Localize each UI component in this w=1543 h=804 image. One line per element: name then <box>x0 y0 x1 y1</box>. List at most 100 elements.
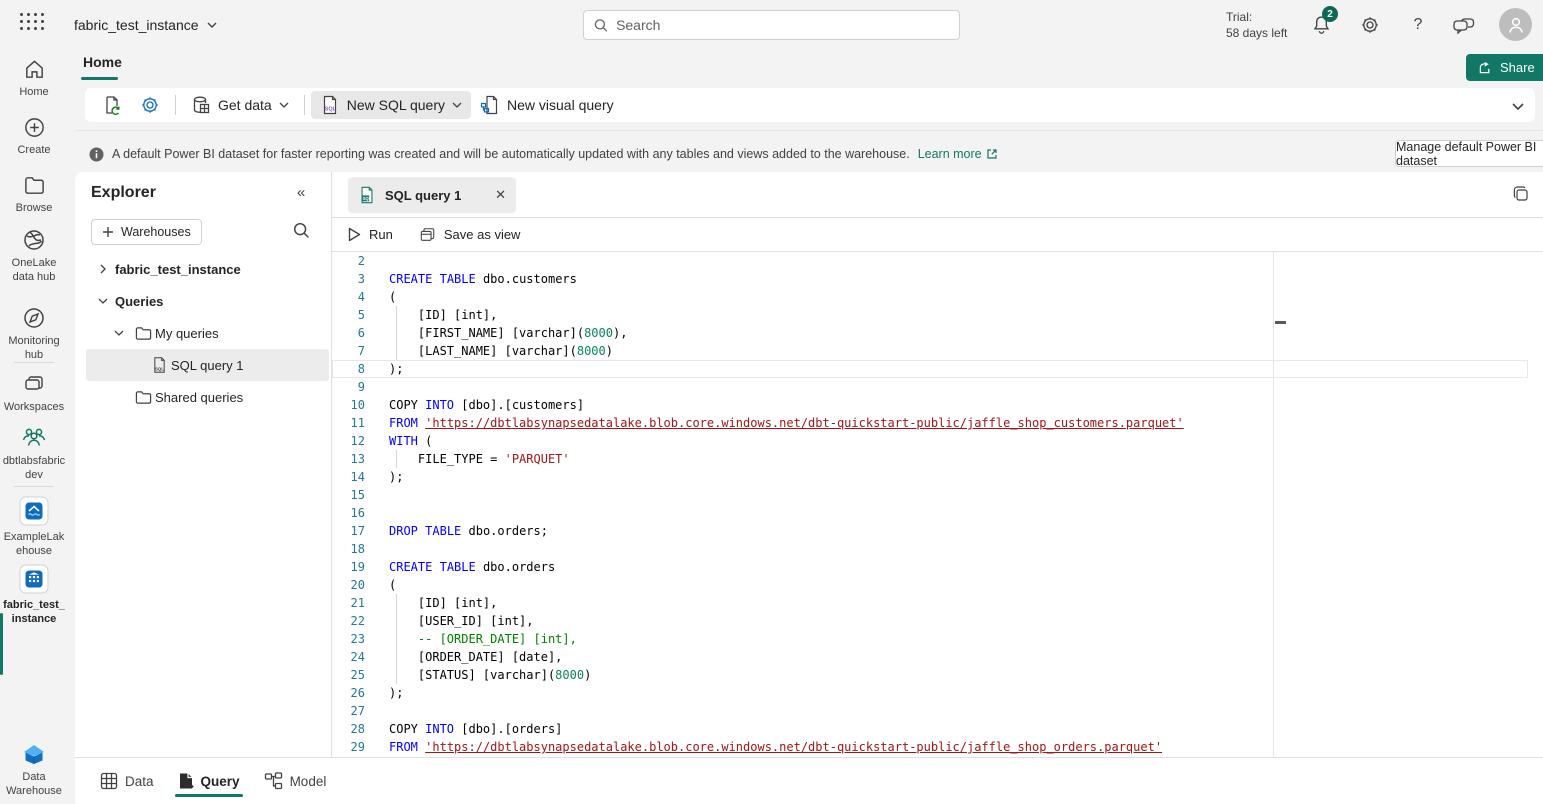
nav-browse[interactable]: Browse <box>0 174 68 215</box>
chevron-right-icon[interactable] <box>91 264 115 274</box>
avatar[interactable] <box>1499 8 1532 41</box>
tab-sql-query-1[interactable]: SQL SQL query 1 ✕ <box>348 177 516 213</box>
code-line-5[interactable]: 5 [ID] [int], <box>332 306 1528 324</box>
code-line-8[interactable]: 8); <box>332 360 1528 378</box>
code-text <box>389 378 1528 396</box>
code-line-15[interactable]: 15 <box>332 486 1528 504</box>
settings-toolbar-button[interactable] <box>131 91 169 119</box>
share-button[interactable]: Share <box>1466 54 1543 81</box>
nav-create[interactable]: Create <box>0 116 68 157</box>
nav-item-examplelakehouse[interactable]: ExampleLakehouse <box>0 496 68 558</box>
tab-home[interactable]: Home <box>83 54 122 70</box>
code-line-23[interactable]: 23 -- [ORDER_DATE] [int], <box>332 630 1528 648</box>
code-line-21[interactable]: 21 [ID] [int], <box>332 594 1528 612</box>
code-line-28[interactable]: 28COPY INTO [dbo].[orders] <box>332 720 1528 738</box>
code-text: COPY INTO [dbo].[orders] <box>389 720 1528 738</box>
code-line-22[interactable]: 22 [USER_ID] [int], <box>332 612 1528 630</box>
chevron-down-icon[interactable] <box>107 330 131 336</box>
save-as-view-button[interactable]: Save as view <box>419 227 521 243</box>
code-line-9[interactable]: 9 <box>332 378 1528 396</box>
code-line-18[interactable]: 18 <box>332 540 1528 558</box>
line-number: 15 <box>332 486 389 504</box>
nav-workspaces[interactable]: Workspaces <box>0 372 68 414</box>
code-text: [USER_ID] [int], <box>389 612 1528 630</box>
code-line-11[interactable]: 11FROM 'https://dbtlabsynapsedatalake.bl… <box>332 414 1528 432</box>
nav-data-warehouse[interactable]: Data Warehouse <box>0 742 68 798</box>
code-line-17[interactable]: 17DROP TABLE dbo.orders; <box>332 522 1528 540</box>
manage-dataset-button[interactable]: Manage default Power BI dataset <box>1395 140 1543 167</box>
code-text <box>389 504 1528 522</box>
left-nav-rail: Home Create Browse OneLake data hub Moni… <box>0 50 68 804</box>
nav-item-fabric-test-instance[interactable]: fabric_test_instance <box>0 564 68 626</box>
sql-file-icon: SQL <box>320 95 340 115</box>
search-input[interactable] <box>616 17 949 33</box>
tab-close-icon[interactable]: ✕ <box>495 187 506 203</box>
code-line-24[interactable]: 24 [ORDER_DATE] [date], <box>332 648 1528 666</box>
tree-item-sql-query-1[interactable]: SQLSQL query 1 <box>86 349 329 381</box>
feedback-button[interactable] <box>1451 12 1477 38</box>
learn-more-link[interactable]: Learn more <box>918 147 998 161</box>
code-line-7[interactable]: 7 [LAST_NAME] [varchar](8000) <box>332 342 1528 360</box>
code-line-20[interactable]: 20( <box>332 576 1528 594</box>
get-data-button[interactable]: Get data <box>182 91 298 119</box>
search-box[interactable] <box>583 10 960 40</box>
code-line-13[interactable]: 13 FILE_TYPE = 'PARQUET' <box>332 450 1528 468</box>
code-text: CREATE TABLE dbo.orders <box>389 558 1528 576</box>
data-grid-icon <box>100 772 118 790</box>
tree-item-shared-queries[interactable]: Shared queries <box>86 381 329 413</box>
sql-code-editor[interactable]: 23CREATE TABLE dbo.customers4(5 [ID] [in… <box>332 252 1543 757</box>
svg-text:SQL: SQL <box>363 196 372 201</box>
editor-scrollbar-track[interactable] <box>1273 252 1274 757</box>
code-line-3[interactable]: 3CREATE TABLE dbo.customers <box>332 270 1528 288</box>
new-visual-query-button[interactable]: New visual query <box>471 91 623 119</box>
collapse-panel-icon[interactable]: « <box>297 184 305 201</box>
ribbon-collapse-button[interactable] <box>1508 98 1528 114</box>
code-line-26[interactable]: 26); <box>332 684 1528 702</box>
chevron-down-icon[interactable] <box>91 298 115 304</box>
code-line-2[interactable]: 2 <box>332 252 1528 270</box>
tree-item-my-queries[interactable]: My queries <box>86 317 329 349</box>
nav-monitoring-hub[interactable]: Monitoring hub <box>0 306 68 362</box>
settings-button[interactable] <box>1357 12 1383 38</box>
nav-home[interactable]: Home <box>0 58 68 99</box>
code-line-6[interactable]: 6 [FIRST_NAME] [varchar](8000), <box>332 324 1528 342</box>
refresh-query-button[interactable] <box>93 91 131 119</box>
sql-file-green-icon: SQL <box>358 186 376 204</box>
code-line-25[interactable]: 25 [STATUS] [varchar](8000) <box>332 666 1528 684</box>
tree-item-queries[interactable]: Queries <box>86 285 329 317</box>
tree-item-label: fabric_test_instance <box>115 262 241 277</box>
copy-button[interactable] <box>1512 185 1530 203</box>
tab-query[interactable]: Query <box>178 758 240 804</box>
nav-workspace-dbtlabsfabricdev[interactable]: dbtlabsfabricdev <box>0 426 68 482</box>
explorer-search-button[interactable] <box>293 222 310 239</box>
code-line-29[interactable]: 29FROM 'https://dbtlabsynapsedatalake.bl… <box>332 738 1528 756</box>
tab-data[interactable]: Data <box>100 758 154 804</box>
line-number: 25 <box>332 666 389 684</box>
app-launcher-icon[interactable] <box>20 13 46 35</box>
tab-model[interactable]: Model <box>264 758 327 804</box>
code-text: [ID] [int], <box>389 594 1528 612</box>
workspace-switcher[interactable]: fabric_test_instance <box>74 0 217 50</box>
code-line-16[interactable]: 16 <box>332 504 1528 522</box>
copy-icon <box>1512 185 1530 203</box>
code-line-10[interactable]: 10COPY INTO [dbo].[customers] <box>332 396 1528 414</box>
workspaces-icon <box>22 372 46 396</box>
help-icon: ? <box>1414 16 1423 34</box>
code-line-27[interactable]: 27 <box>332 702 1528 720</box>
tree-item-fabric-test-instance[interactable]: fabric_test_instance <box>86 253 329 285</box>
code-line-12[interactable]: 12WITH ( <box>332 432 1528 450</box>
rail-divider <box>14 486 54 487</box>
line-number: 21 <box>332 594 389 612</box>
folder-icon <box>131 390 155 405</box>
help-button[interactable]: ? <box>1405 12 1431 38</box>
document-refresh-icon <box>102 95 122 115</box>
external-link-icon <box>986 148 998 160</box>
code-line-14[interactable]: 14); <box>332 468 1528 486</box>
code-line-19[interactable]: 19CREATE TABLE dbo.orders <box>332 558 1528 576</box>
nav-onelake-data-hub[interactable]: OneLake data hub <box>0 228 68 284</box>
code-line-4[interactable]: 4( <box>332 288 1528 306</box>
add-warehouses-button[interactable]: Warehouses <box>91 219 202 245</box>
run-button[interactable]: Run <box>348 227 393 242</box>
query-doc-icon <box>178 772 194 790</box>
new-sql-query-button[interactable]: SQL New SQL query <box>311 91 471 119</box>
